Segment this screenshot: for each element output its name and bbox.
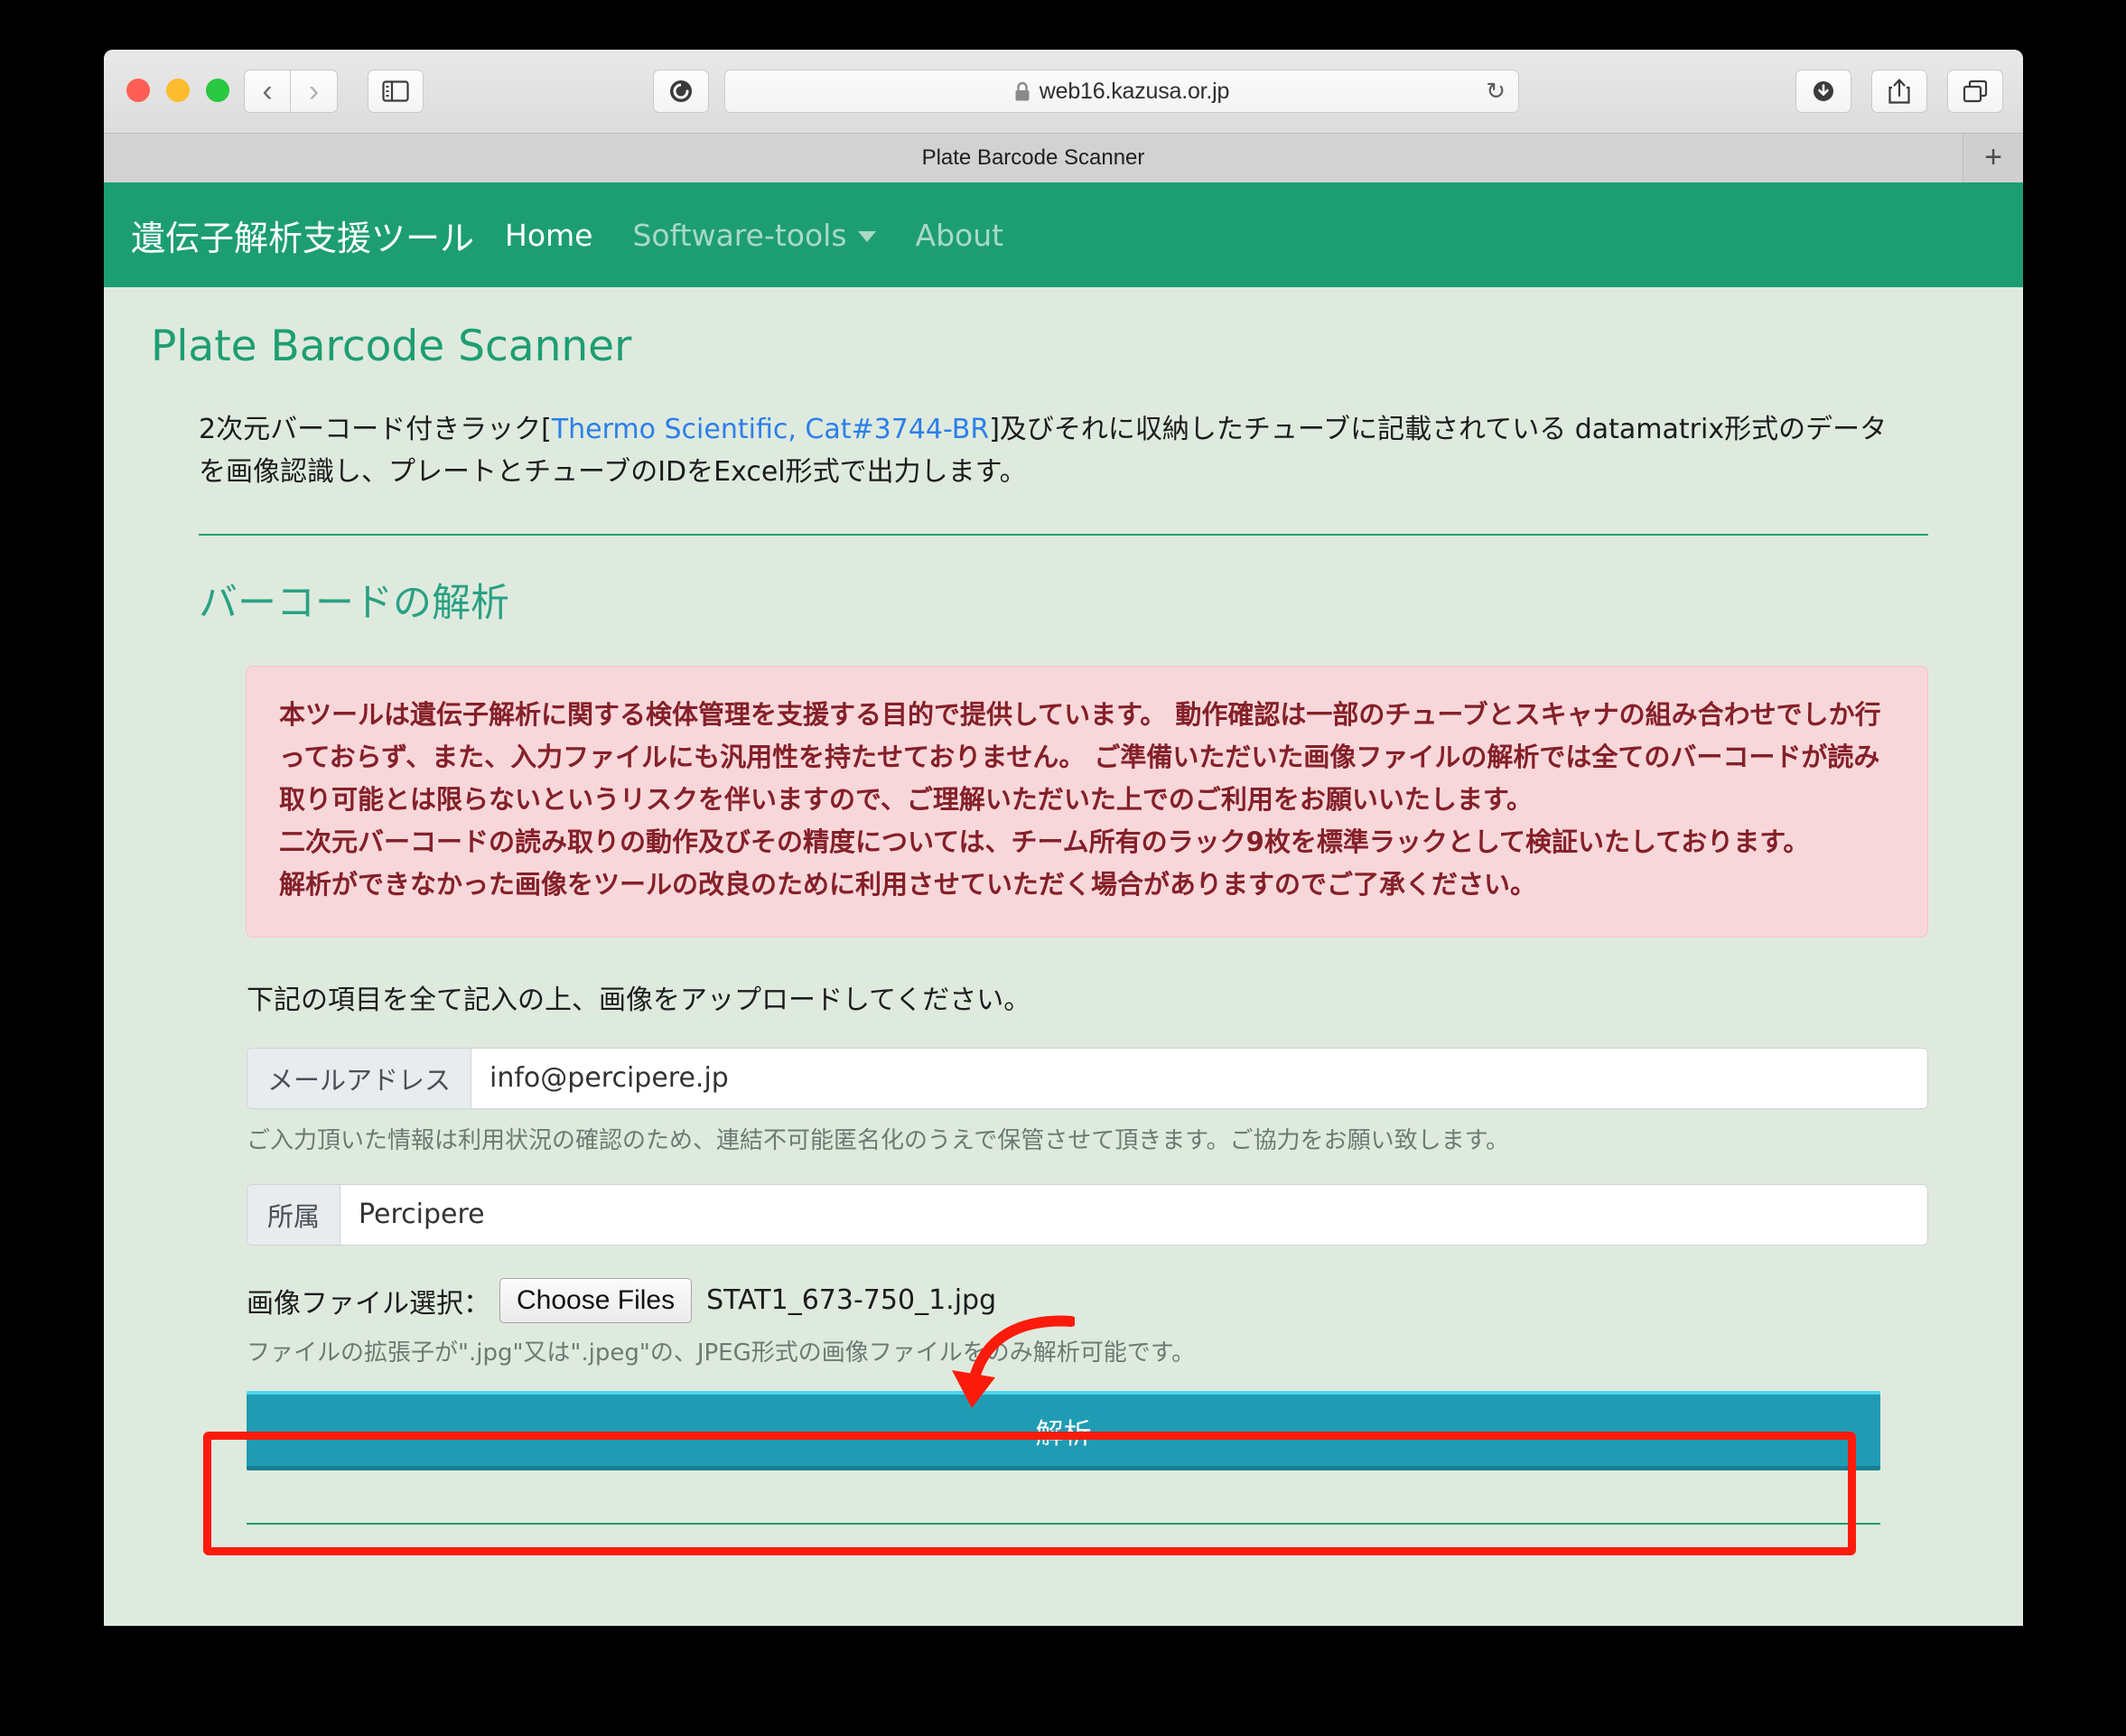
- divider-bottom: [247, 1522, 1880, 1525]
- affiliation-input-group: 所属 Percipere: [247, 1183, 1928, 1246]
- affiliation-field-label: 所属: [247, 1184, 341, 1245]
- section-title-barcode-analysis: バーコードの解析: [199, 581, 509, 626]
- sidebar-toggle-button[interactable]: [368, 70, 424, 113]
- file-select-label: 画像ファイル選択：: [247, 1287, 490, 1320]
- page-title: Plate Barcode Scanner: [151, 322, 632, 371]
- chevron-down-icon: [857, 231, 876, 242]
- nav-link-software-tools-label: Software-tools: [632, 217, 847, 253]
- web-page: 遺伝子解析支援ツール Home Software-tools About Pla…: [104, 182, 2023, 1626]
- lock-icon: [1015, 81, 1030, 100]
- chevron-left-icon: ‹: [262, 74, 273, 108]
- address-bar[interactable]: web16.kazusa.or.jp ↻: [724, 70, 1519, 113]
- thermo-scientific-link[interactable]: Thermo Scientific, Cat#3744-BR: [552, 414, 989, 445]
- disclaimer-line-1: 本ツールは遺伝子解析に関する検体管理を支援する目的で提供しています。 動作確認は…: [279, 699, 1881, 815]
- email-field-label: メールアドレス: [247, 1048, 472, 1108]
- reader-view-button[interactable]: [653, 70, 709, 113]
- file-help-text: ファイルの拡張子が".jpg"又は".jpeg"の、JPEG形式の画像ファイルを…: [247, 1339, 1196, 1367]
- affiliation-input[interactable]: Percipere: [340, 1185, 1927, 1245]
- tab-bar: Plate Barcode Scanner +: [104, 133, 2023, 182]
- sidebar-icon: [382, 80, 409, 102]
- selected-file-name: STAT1_673-750_1.jpg: [706, 1284, 997, 1317]
- address-bar-content: web16.kazusa.or.jp: [1014, 79, 1229, 105]
- page-content: Plate Barcode Scanner 2次元バーコード付きラック[Ther…: [104, 287, 2023, 1525]
- upload-instruction: 下記の項目を全て記入の上、画像をアップロードしてください。: [247, 984, 1031, 1016]
- submit-area: 解析: [247, 1390, 1880, 1470]
- forward-button[interactable]: ›: [291, 70, 338, 113]
- browser-toolbar: ‹ › web16.kazusa.or.jp ↻: [104, 50, 2023, 134]
- file-select-row: 画像ファイル選択： Choose Files STAT1_673-750_1.j…: [247, 1277, 1928, 1323]
- share-button[interactable]: [1871, 70, 1927, 113]
- tab-overview-icon: [1963, 79, 1988, 103]
- disclaimer-line-2: 二次元バーコードの読み取りの動作及びその精度については、チーム所有のラック9枚を…: [279, 826, 1810, 857]
- browser-tab[interactable]: Plate Barcode Scanner: [104, 133, 1963, 182]
- browser-window: ‹ › web16.kazusa.or.jp ↻ Plate Barcode S…: [104, 50, 2023, 1626]
- share-icon: [1888, 79, 1910, 104]
- site-navbar: 遺伝子解析支援ツール Home Software-tools About: [104, 182, 2023, 287]
- email-input-group: メールアドレス info@percipere.jp: [247, 1047, 1928, 1109]
- divider-top: [199, 534, 1928, 536]
- tab-overview-button[interactable]: [1947, 70, 2003, 113]
- downloads-button[interactable]: [1795, 70, 1851, 113]
- maximize-window-button[interactable]: [206, 79, 229, 102]
- disclaimer-line-3: 解析ができなかった画像をツールの改良のために利用させていただく場合がありますので…: [279, 868, 1537, 900]
- email-input[interactable]: info@percipere.jp: [471, 1049, 1927, 1108]
- page-lead: 2次元バーコード付きラック[Thermo Scientific, Cat#374…: [199, 409, 1888, 493]
- new-tab-button[interactable]: +: [1963, 133, 2023, 182]
- chevron-right-icon: ›: [308, 74, 320, 108]
- site-brand[interactable]: 遺伝子解析支援ツール: [131, 210, 474, 260]
- url-text: web16.kazusa.or.jp: [1039, 78, 1230, 104]
- download-icon: [1814, 81, 1833, 101]
- choose-files-button[interactable]: Choose Files: [499, 1277, 693, 1323]
- nav-link-home[interactable]: Home: [505, 218, 592, 253]
- reader-view-icon: [670, 80, 692, 102]
- minimize-window-button[interactable]: [166, 79, 190, 102]
- nav-link-software-tools[interactable]: Software-tools: [632, 217, 876, 253]
- analyze-button[interactable]: 解析: [247, 1390, 1880, 1470]
- disclaimer-alert: 本ツールは遺伝子解析に関する検体管理を支援する目的で提供しています。 動作確認は…: [246, 666, 1928, 938]
- close-window-button[interactable]: [126, 79, 150, 102]
- email-help-text: ご入力頂いた情報は利用状況の確認のため、連結不可能匿名化のうえで保管させて頂きま…: [247, 1126, 1510, 1154]
- window-traffic-lights: [126, 79, 229, 102]
- back-button[interactable]: ‹: [244, 70, 291, 113]
- upload-form: 下記の項目を全て記入の上、画像をアップロードしてください。 メールアドレス in…: [199, 938, 1928, 1525]
- nav-link-about[interactable]: About: [916, 218, 1004, 253]
- reload-icon[interactable]: ↻: [1486, 78, 1506, 106]
- toolbar-right-buttons: [1795, 70, 2003, 113]
- lead-text-before: 2次元バーコード付きラック[: [199, 414, 552, 445]
